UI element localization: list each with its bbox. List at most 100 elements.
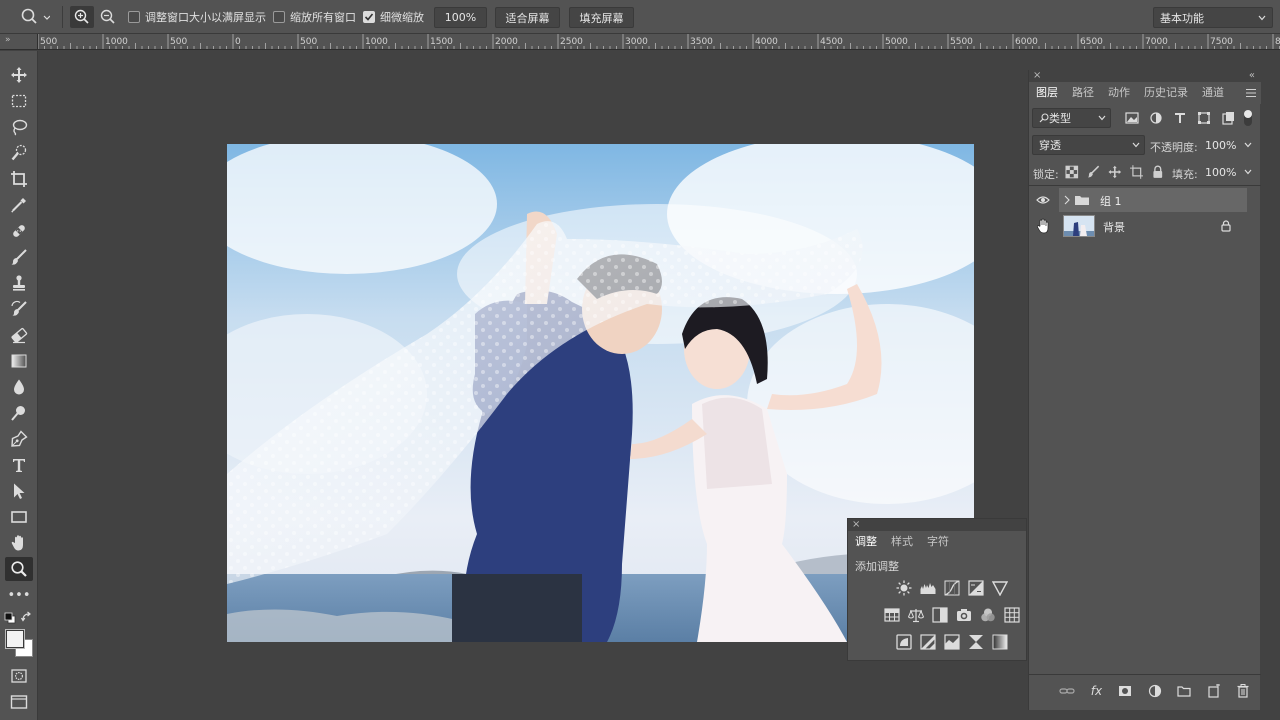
collapse-icon[interactable]: « bbox=[1249, 70, 1255, 82]
lock-transparent-icon[interactable] bbox=[1065, 165, 1079, 179]
ruler-label: 4000 bbox=[755, 37, 778, 47]
link-layers-icon[interactable] bbox=[1059, 685, 1075, 697]
lock-artboard-icon[interactable] bbox=[1129, 165, 1144, 179]
curves-icon[interactable] bbox=[944, 580, 960, 596]
chevron-right-icon[interactable] bbox=[1063, 195, 1071, 205]
horizontal-ruler[interactable]: 500 1000 500 0 500 1000 1500 2000 2500 3000 3500 40… bbox=[0, 34, 1280, 50]
fill-field[interactable]: 100% bbox=[1199, 162, 1256, 182]
channel-mixer-icon[interactable] bbox=[980, 607, 996, 623]
fx-icon[interactable]: fx bbox=[1091, 684, 1102, 698]
zoom-tool[interactable] bbox=[5, 557, 33, 581]
selective-color-icon[interactable] bbox=[968, 634, 984, 650]
move-tool[interactable] bbox=[5, 63, 33, 87]
color-swatches[interactable] bbox=[4, 628, 36, 658]
smart-object-filter-icon[interactable] bbox=[1220, 111, 1236, 125]
zoom-all-windows-option[interactable]: 缩放所有窗口 bbox=[273, 0, 356, 34]
eraser-tool[interactable] bbox=[5, 323, 33, 347]
black-white-icon[interactable] bbox=[932, 607, 948, 623]
quick-select-tool[interactable] bbox=[5, 141, 33, 165]
layer-filter-select[interactable]: 类型 bbox=[1032, 108, 1111, 128]
healing-brush-tool[interactable] bbox=[5, 219, 33, 243]
crop-tool[interactable] bbox=[5, 167, 33, 191]
blend-mode-select[interactable]: 穿透 bbox=[1032, 135, 1145, 155]
marquee-tool[interactable] bbox=[5, 89, 33, 113]
path-select-tool[interactable] bbox=[5, 479, 33, 503]
close-icon[interactable]: × bbox=[852, 519, 860, 531]
blur-tool[interactable] bbox=[5, 375, 33, 399]
scrubby-zoom-label: 细微缩放 bbox=[380, 11, 424, 24]
layer-visibility-toggle[interactable] bbox=[1029, 218, 1057, 234]
vibrance-icon[interactable] bbox=[992, 580, 1008, 596]
invert-icon[interactable] bbox=[896, 634, 912, 650]
levels-icon[interactable] bbox=[920, 580, 936, 596]
exposure-icon[interactable] bbox=[968, 580, 984, 596]
posterize-icon[interactable] bbox=[920, 634, 936, 650]
zoom-tool-preset[interactable] bbox=[20, 0, 50, 34]
gradient-tool[interactable] bbox=[5, 349, 33, 373]
tab-layers[interactable]: 图层 bbox=[1029, 83, 1065, 103]
photo-filter-icon[interactable] bbox=[956, 607, 972, 623]
tab-character[interactable]: 字符 bbox=[920, 532, 956, 552]
lasso-tool[interactable] bbox=[5, 115, 33, 139]
color-lookup-icon[interactable] bbox=[1004, 607, 1020, 623]
stamp-tool[interactable] bbox=[5, 271, 33, 295]
zoom-value-field[interactable]: 100% bbox=[434, 7, 487, 28]
close-icon[interactable]: × bbox=[1033, 70, 1041, 82]
history-brush-tool[interactable] bbox=[5, 297, 33, 321]
ruler-label: 2000 bbox=[495, 37, 518, 47]
quick-mask-button[interactable] bbox=[5, 664, 33, 688]
layer-row-group[interactable]: 组 1 bbox=[1029, 188, 1261, 212]
hue-saturation-icon[interactable] bbox=[884, 607, 900, 623]
eyedropper-tool[interactable] bbox=[5, 193, 33, 217]
brush-tool[interactable] bbox=[5, 245, 33, 269]
swap-colors-icon[interactable] bbox=[21, 611, 33, 623]
rectangle-tool[interactable] bbox=[5, 505, 33, 529]
color-balance-icon[interactable] bbox=[908, 607, 924, 623]
default-colors-icon[interactable] bbox=[4, 612, 16, 624]
layer-mask-icon[interactable] bbox=[1118, 685, 1132, 697]
scrubby-zoom-checkbox[interactable] bbox=[363, 11, 375, 23]
pen-tool[interactable] bbox=[5, 427, 33, 451]
shape-filter-icon[interactable] bbox=[1196, 111, 1212, 125]
tab-actions[interactable]: 动作 bbox=[1101, 83, 1137, 103]
adjustment-layer-icon[interactable] bbox=[1148, 684, 1162, 698]
lock-position-icon[interactable] bbox=[1108, 165, 1122, 179]
image-filter-icon[interactable] bbox=[1124, 111, 1140, 125]
gradient-map-icon[interactable] bbox=[992, 634, 1008, 650]
tab-history[interactable]: 历史记录 bbox=[1137, 83, 1195, 103]
threshold-icon[interactable] bbox=[944, 634, 960, 650]
adjustment-filter-icon[interactable] bbox=[1148, 111, 1164, 125]
brightness-contrast-icon[interactable] bbox=[896, 580, 912, 596]
new-group-icon[interactable] bbox=[1177, 685, 1191, 697]
new-layer-icon[interactable] bbox=[1207, 684, 1221, 698]
dodge-tool[interactable] bbox=[5, 401, 33, 425]
lock-all-icon[interactable] bbox=[1151, 165, 1165, 179]
layer-row-background[interactable]: 背景 bbox=[1029, 214, 1261, 238]
tab-adjustments[interactable]: 调整 bbox=[848, 532, 884, 552]
zoom-in-button[interactable] bbox=[70, 6, 94, 28]
screen-mode-button[interactable] bbox=[5, 690, 33, 714]
workspace-select[interactable]: 基本功能 bbox=[1153, 7, 1273, 28]
fit-screen-button[interactable]: 适合屏幕 bbox=[495, 7, 560, 28]
scrubby-zoom-option[interactable]: 细微缩放 bbox=[363, 0, 424, 34]
opacity-field[interactable]: 100% bbox=[1199, 135, 1256, 155]
zoom-all-windows-checkbox[interactable] bbox=[273, 11, 285, 23]
tab-paths[interactable]: 路径 bbox=[1065, 83, 1101, 103]
trash-icon[interactable] bbox=[1237, 684, 1249, 698]
resize-windows-checkbox[interactable] bbox=[128, 11, 140, 23]
healing-brush-icon bbox=[13, 225, 25, 237]
fill-screen-button[interactable]: 填充屏幕 bbox=[569, 7, 634, 28]
hand-tool[interactable] bbox=[5, 531, 33, 555]
panel-menu-icon[interactable] bbox=[1245, 88, 1257, 98]
tab-channels[interactable]: 通道 bbox=[1195, 83, 1231, 103]
lock-pixels-icon[interactable] bbox=[1087, 165, 1101, 179]
more-tools-button[interactable]: ••• bbox=[5, 583, 33, 607]
zoom-out-button[interactable] bbox=[100, 0, 116, 34]
type-filter-icon[interactable] bbox=[1172, 111, 1188, 125]
filter-toggle[interactable] bbox=[1244, 110, 1252, 126]
resize-windows-option[interactable]: 调整窗口大小以满屏显示 bbox=[128, 0, 266, 34]
tab-styles[interactable]: 样式 bbox=[884, 532, 920, 552]
layer-visibility-toggle[interactable] bbox=[1029, 195, 1057, 205]
type-tool[interactable] bbox=[5, 453, 33, 477]
foreground-color-swatch[interactable] bbox=[6, 630, 24, 648]
